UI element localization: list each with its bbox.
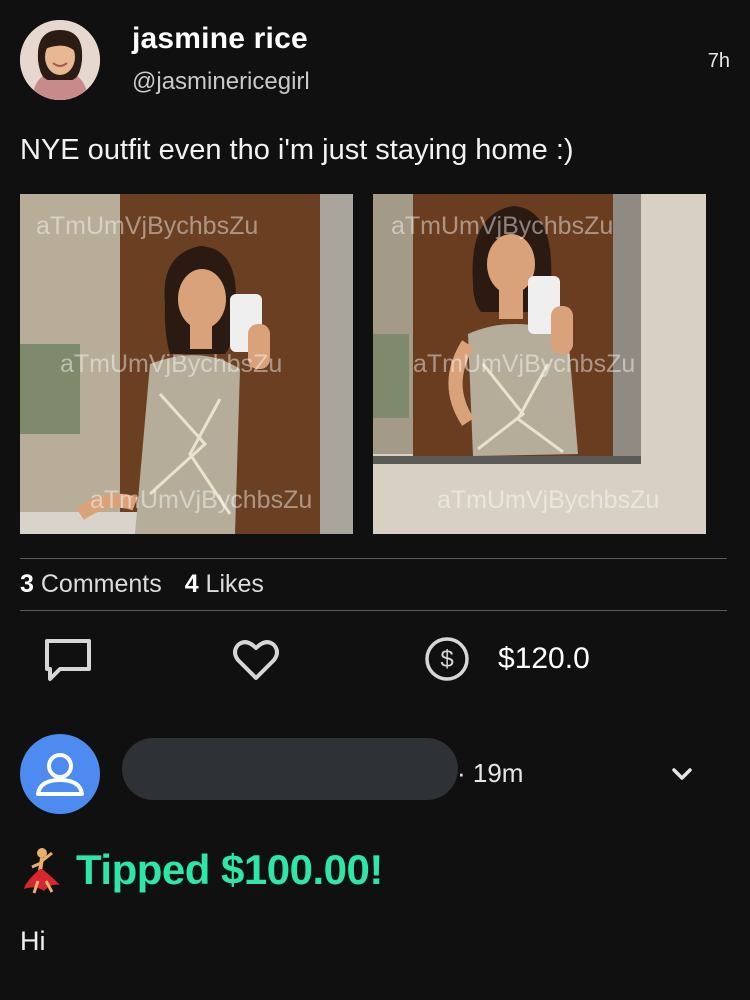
watermark: aTmUmVjBychbsZu: [36, 212, 259, 240]
post-timestamp: 7h: [707, 50, 730, 72]
dollar-coin-icon: $: [425, 637, 469, 681]
comments-count[interactable]: 3: [20, 570, 34, 598]
comment-body: Hi: [20, 926, 46, 956]
tip-announcement: Tipped $100.00!: [20, 845, 383, 895]
watermark: aTmUmVjBychbsZu: [391, 212, 614, 240]
watermark: aTmUmVjBychbsZu: [90, 486, 313, 514]
post-stats: 3 Comments 4 Likes: [20, 570, 264, 599]
comment-timestamp: · 19m: [457, 758, 524, 788]
commenter-name-placeholder[interactable]: [122, 738, 458, 800]
author-handle[interactable]: @jasminericegirl: [132, 68, 310, 96]
tip-total: $120.0: [498, 642, 590, 675]
likes-label[interactable]: Likes: [206, 570, 264, 598]
divider: [20, 610, 727, 611]
commenter-avatar[interactable]: [20, 734, 100, 814]
user-icon: [36, 753, 84, 796]
comment-icon: [45, 639, 91, 681]
post-photo-1[interactable]: aTmUmVjBychbsZu aTmUmVjBychbsZu aTmUmVjB…: [20, 194, 353, 534]
author-display-name[interactable]: jasmine rice: [132, 22, 308, 56]
author-avatar[interactable]: [20, 20, 100, 100]
svg-text:$: $: [440, 646, 453, 673]
dancer-emoji-icon: [24, 848, 60, 894]
post-page: jasmine rice @jasminericegirl 7h NYE out…: [0, 0, 750, 1000]
tip-button[interactable]: $ $120.0: [424, 636, 590, 682]
heart-icon: [233, 640, 279, 680]
watermark: aTmUmVjBychbsZu: [437, 486, 660, 514]
comments-label[interactable]: Comments: [41, 570, 162, 598]
post-caption: NYE outfit even tho i'm just staying hom…: [20, 134, 574, 166]
tip-message: Tipped $100.00!: [76, 846, 383, 893]
chevron-down-icon: [672, 768, 692, 780]
divider: [20, 558, 727, 559]
comment-button[interactable]: [42, 636, 94, 689]
post-photo-2[interactable]: aTmUmVjBychbsZu aTmUmVjBychbsZu aTmUmVjB…: [373, 194, 706, 534]
expand-comment-button[interactable]: [668, 760, 696, 793]
like-button[interactable]: [231, 636, 281, 689]
watermark: aTmUmVjBychbsZu: [413, 350, 636, 378]
watermark: aTmUmVjBychbsZu: [60, 350, 283, 378]
likes-count[interactable]: 4: [185, 570, 199, 598]
